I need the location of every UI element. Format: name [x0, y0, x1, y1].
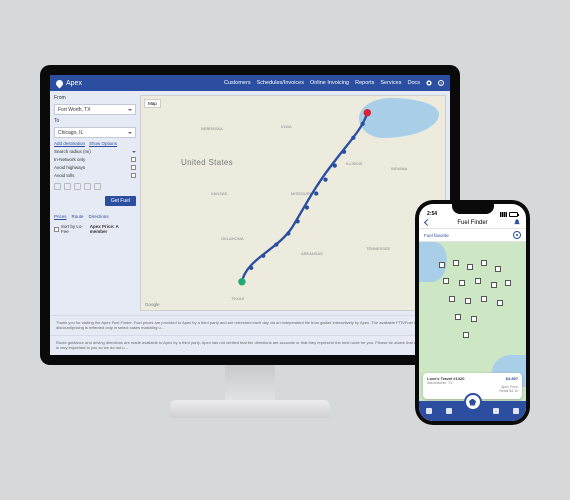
route-sidebar: From Fort Worth, TX To Chicago, IL Add d…: [50, 91, 140, 315]
phone-device: 2:54 Fuel Finder Fuel favorite: [415, 200, 530, 425]
chevron-down-icon[interactable]: [132, 151, 136, 153]
station-marker[interactable]: [491, 282, 497, 288]
monitor-stand-base: [170, 400, 330, 418]
from-label: From: [54, 95, 136, 101]
station-marker[interactable]: [497, 300, 503, 306]
tool-icon[interactable]: [84, 183, 91, 190]
screen-title: Fuel Finder: [457, 220, 487, 226]
screen-title-bar: Fuel Finder: [419, 218, 526, 228]
filter-bar: Fuel favorite: [419, 228, 526, 242]
bell-icon[interactable]: [514, 219, 520, 225]
sidebar-action-icons: [54, 183, 136, 190]
disclaimer-2: Route guidance and driving directions ar…: [50, 335, 450, 355]
station-marker[interactable]: [465, 298, 471, 304]
help-icon[interactable]: ?: [438, 80, 444, 86]
chevron-down-icon: [128, 132, 132, 134]
station-marker[interactable]: [443, 278, 449, 284]
sort-lo-fee-checkbox[interactable]: [54, 227, 59, 232]
nav-docs[interactable]: Docs: [407, 80, 420, 86]
reports-icon: [513, 408, 519, 414]
station-marker[interactable]: [449, 296, 455, 302]
nav-fuel[interactable]: [444, 406, 454, 416]
home-icon: [426, 408, 432, 414]
disclaimer-1: Thank you for visiting the Apex Fuel Fin…: [50, 315, 450, 335]
to-value: Chicago, IL: [58, 130, 83, 136]
monitor-stand-neck: [225, 365, 275, 405]
station-marker[interactable]: [453, 260, 459, 266]
station-marker[interactable]: [467, 264, 473, 270]
nav-online-invoicing[interactable]: Online Invoicing: [310, 80, 349, 86]
station-marker[interactable]: [455, 314, 461, 320]
desktop-monitor: Apex Customers Schedules/Invoices Online…: [40, 65, 460, 365]
opt-in-network-label: In-Network only: [54, 157, 85, 162]
signal-icon: [500, 212, 507, 217]
member-price-label: Apex Price: A member: [90, 224, 136, 234]
center-fab-button[interactable]: [464, 393, 482, 411]
to-input[interactable]: Chicago, IL: [54, 127, 136, 138]
main-content: From Fort Worth, TX To Chicago, IL Add d…: [50, 91, 450, 315]
nav-customers[interactable]: Customers: [224, 80, 251, 86]
to-label: To: [54, 118, 136, 124]
nav-services[interactable]: Services: [380, 80, 401, 86]
station-marker[interactable]: [505, 280, 511, 286]
chevron-down-icon: [128, 109, 132, 111]
pricing-icon: [493, 408, 499, 414]
apex-logo-icon: [469, 399, 476, 406]
station-marker[interactable]: [439, 262, 445, 268]
retail-price-label: Retail $4.10: [499, 389, 518, 393]
battery-icon: [509, 212, 518, 217]
station-marker[interactable]: [459, 280, 465, 286]
from-input[interactable]: Fort Worth, TX: [54, 104, 136, 115]
brand: Apex: [56, 80, 82, 87]
nav-reports[interactable]: [511, 406, 521, 416]
route-line: [141, 96, 445, 310]
nav-home[interactable]: [424, 406, 434, 416]
result-tabs: Prices Route Directions: [54, 214, 136, 219]
nav-pricing[interactable]: [491, 406, 501, 416]
opt-avoid-tolls-label: Avoid tolls: [54, 173, 74, 178]
opt-avoid-highways-label: Avoid highways: [54, 165, 85, 170]
tab-prices[interactable]: Prices: [54, 214, 67, 219]
add-destination-link[interactable]: Add destination: [54, 141, 85, 146]
avoid-highways-checkbox[interactable]: [131, 165, 136, 170]
station-marker[interactable]: [471, 316, 477, 322]
tool-icon[interactable]: [54, 183, 61, 190]
status-time: 2:54: [427, 211, 437, 217]
route-map[interactable]: Map United States NEBRASKA IOWA KANSAS M…: [140, 95, 446, 311]
map-attribution: Google: [145, 302, 160, 307]
radius-label: Search radius (mi): [54, 149, 91, 154]
phone-notch: [452, 204, 494, 214]
get-fuel-button[interactable]: Get Fuel: [105, 196, 136, 206]
fuel-icon: [446, 408, 452, 414]
gear-icon[interactable]: [426, 80, 432, 86]
tab-route[interactable]: Route: [72, 214, 84, 219]
in-network-checkbox[interactable]: [131, 157, 136, 162]
station-marker[interactable]: [495, 266, 501, 272]
avoid-tolls-checkbox[interactable]: [131, 173, 136, 178]
station-marker[interactable]: [463, 332, 469, 338]
sort-label: Sort by Lo-Fee: [61, 224, 90, 234]
main-nav: Customers Schedules/Invoices Online Invo…: [224, 80, 444, 86]
nav-reports[interactable]: Reports: [355, 80, 374, 86]
station-marker[interactable]: [475, 278, 481, 284]
tab-directions[interactable]: Directions: [89, 214, 109, 219]
filter-link[interactable]: Fuel favorite: [424, 233, 449, 238]
app-header: Apex Customers Schedules/Invoices Online…: [50, 75, 450, 91]
tool-icon[interactable]: [94, 183, 101, 190]
phone-screen: 2:54 Fuel Finder Fuel favorite: [419, 204, 526, 421]
desktop-screen: Apex Customers Schedules/Invoices Online…: [50, 75, 450, 355]
show-options-link[interactable]: Show Options: [89, 141, 117, 146]
tool-icon[interactable]: [74, 183, 81, 190]
tool-icon[interactable]: [64, 183, 71, 190]
station-price: $3.897: [506, 376, 518, 381]
back-icon[interactable]: [424, 219, 431, 226]
station-marker[interactable]: [481, 260, 487, 266]
brand-name: Apex: [66, 80, 82, 87]
nav-schedules[interactable]: Schedules/Invoices: [257, 80, 304, 86]
brand-logo-icon: [55, 78, 65, 88]
locate-me-icon[interactable]: [513, 231, 521, 239]
station-marker[interactable]: [481, 296, 487, 302]
from-value: Fort Worth, TX: [58, 107, 91, 113]
